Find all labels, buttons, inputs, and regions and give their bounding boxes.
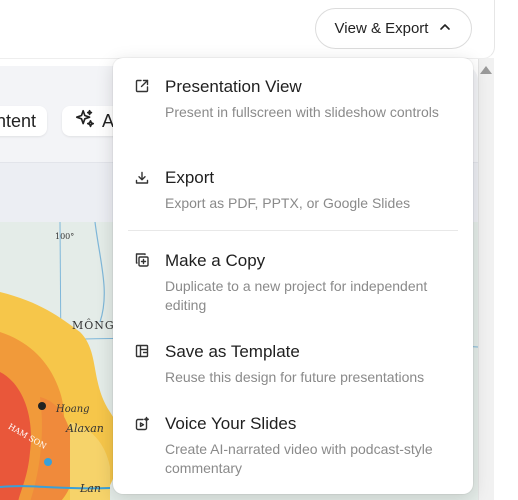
scroll-up-arrow-icon[interactable] [480,66,492,74]
copy-plus-icon [134,252,150,268]
menu-item-description: Export as PDF, PPTX, or Google Slides [165,195,411,211]
top-app-bar: View & Export [0,0,495,59]
menu-item-title: Voice Your Slides [165,414,297,433]
view-export-label: View & Export [334,20,429,37]
content-tab-button[interactable]: ntent [0,106,47,136]
map-label-alaxan: Alaxan [66,422,104,435]
sparkles-icon [74,108,96,135]
menu-item-voice-your-slides[interactable]: Voice Your Slides Create AI-narrated vid… [113,400,473,494]
content-tab-label: ntent [0,110,37,131]
menu-item-make-a-copy[interactable]: Make a Copy Duplicate to a new project f… [113,232,473,326]
map-label-mong: MÔNG [72,319,115,332]
menu-item-export[interactable]: Export Export as PDF, PPTX, or Google Sl… [113,148,473,228]
chevron-up-icon [438,20,452,38]
menu-item-description: Present in fullscreen with slideshow con… [165,104,439,120]
menu-item-presentation-view[interactable]: Presentation View Present in fullscreen … [113,58,473,148]
view-export-menu: Presentation View Present in fullscreen … [113,58,473,494]
menu-item-description: Create AI-narrated video with podcast-st… [165,441,433,476]
download-icon [134,170,150,186]
menu-item-description: Reuse this design for future presentatio… [165,369,425,385]
right-edge-panel [494,0,518,500]
menu-item-description: Duplicate to a new project for independe… [165,278,428,313]
menu-item-title: Make a Copy [165,251,266,270]
template-layout-icon [134,343,150,359]
menu-item-save-as-template[interactable]: Save as Template Reuse this design for f… [113,326,473,400]
menu-divider [128,230,458,231]
vertical-scrollbar[interactable] [478,58,495,500]
menu-item-title: Save as Template [165,342,300,361]
menu-item-title: Export [165,168,215,187]
menu-item-title: Presentation View [165,77,302,96]
map-label-longitude: 100° [55,232,75,241]
map-label-hoang: Hoang [56,404,90,415]
external-link-icon [134,78,150,94]
voice-video-icon [134,416,150,432]
map-label-lan: Lan [80,482,101,495]
view-export-button[interactable]: View & Export [315,8,472,49]
